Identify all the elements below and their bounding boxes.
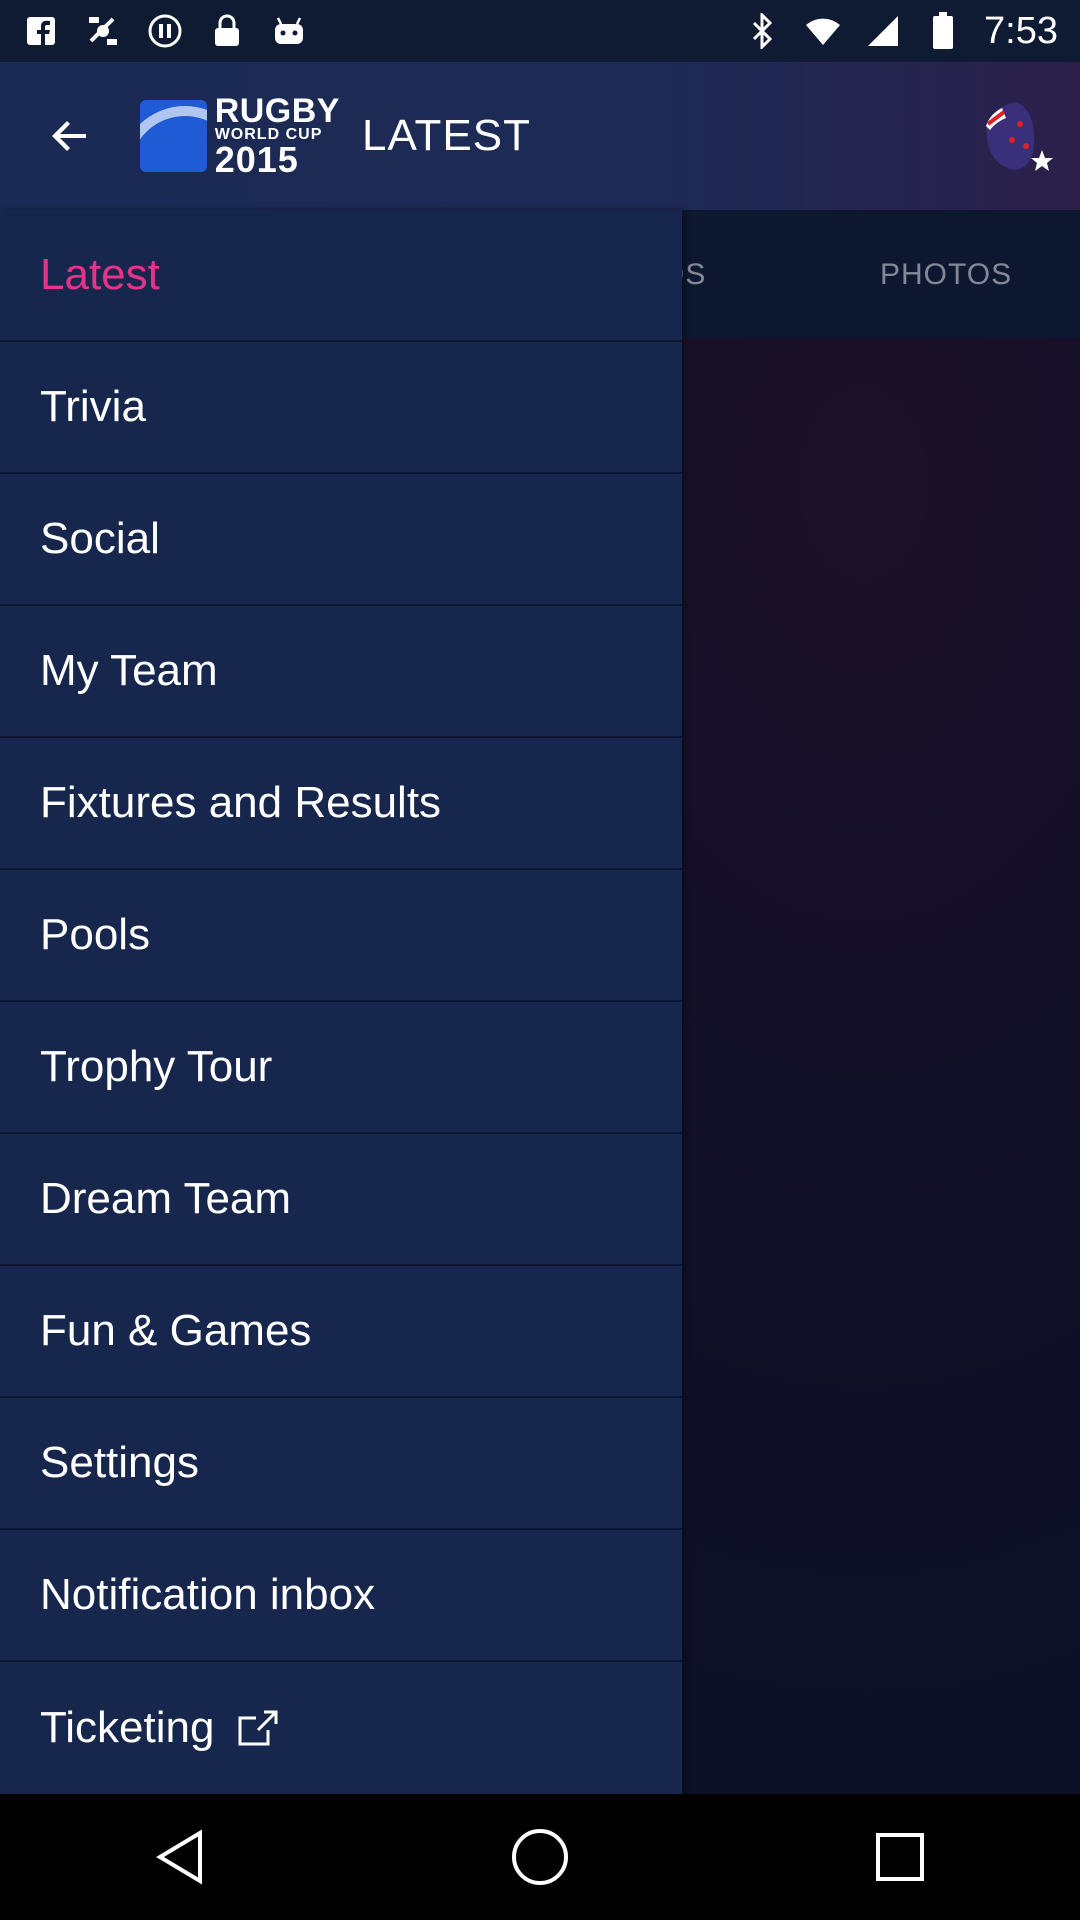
drawer-item-fun-games[interactable]: Fun & Games bbox=[0, 1266, 682, 1398]
drawer-item-dream-team[interactable]: Dream Team bbox=[0, 1134, 682, 1266]
drawer-item-label: Trophy Tour bbox=[40, 1042, 273, 1091]
drawer-item-notification-inbox[interactable]: Notification inbox bbox=[0, 1530, 682, 1662]
lock-icon bbox=[208, 12, 246, 50]
fake-gps-icon bbox=[84, 12, 122, 50]
drawer-item-latest[interactable]: Latest bbox=[0, 210, 682, 342]
system-navigation-bar bbox=[0, 1794, 1080, 1920]
clock: 7:53 bbox=[984, 9, 1058, 52]
status-bar: 7:53 bbox=[0, 0, 1080, 62]
circle-home-icon bbox=[512, 1829, 568, 1885]
drawer-item-label: Settings bbox=[40, 1438, 199, 1487]
signal-icon bbox=[864, 12, 902, 50]
nav-recents-button[interactable] bbox=[855, 1812, 945, 1902]
drawer-item-my-team[interactable]: My Team bbox=[0, 606, 682, 738]
facebook-icon bbox=[22, 12, 60, 50]
drawer-item-label: Ticketing bbox=[40, 1703, 215, 1752]
navigation-drawer: Latest Trivia Social My Team Fixtures an… bbox=[0, 210, 682, 1794]
logo-mark bbox=[140, 100, 207, 172]
drawer-item-label: Fixtures and Results bbox=[40, 778, 442, 827]
drawer-item-label: Dream Team bbox=[40, 1174, 292, 1223]
logo-line1: RUGBY bbox=[214, 92, 340, 131]
wifi-icon bbox=[804, 12, 842, 50]
drawer-item-social[interactable]: Social bbox=[0, 474, 682, 606]
drawer-item-label: My Team bbox=[40, 646, 218, 695]
drawer-item-label: Social bbox=[40, 514, 160, 563]
android-icon bbox=[270, 12, 308, 50]
logo-line3: 2015 bbox=[214, 138, 299, 180]
drawer-scrim[interactable] bbox=[682, 210, 1080, 1794]
app-bar: RUGBY WORLD CUP 2015 LATEST bbox=[0, 62, 1080, 210]
drawer-item-settings[interactable]: Settings bbox=[0, 1398, 682, 1530]
battery-icon bbox=[924, 12, 962, 50]
drawer-item-label: Trivia bbox=[40, 382, 146, 431]
nav-back-button[interactable] bbox=[135, 1812, 225, 1902]
drawer-item-trivia[interactable]: Trivia bbox=[0, 342, 682, 474]
pause-icon bbox=[146, 12, 184, 50]
bluetooth-icon bbox=[744, 12, 782, 50]
rugby-world-cup-logo: RUGBY WORLD CUP 2015 bbox=[140, 92, 340, 180]
drawer-item-label: Notification inbox bbox=[40, 1570, 376, 1619]
page-title: LATEST bbox=[362, 111, 532, 160]
square-recents-icon bbox=[876, 1833, 924, 1881]
nav-home-button[interactable] bbox=[495, 1812, 585, 1902]
drawer-item-label: Fun & Games bbox=[40, 1306, 312, 1355]
drawer-item-pools[interactable]: Pools bbox=[0, 870, 682, 1002]
drawer-item-ticketing[interactable]: Ticketing bbox=[0, 1662, 682, 1794]
drawer-item-trophy-tour[interactable]: Trophy Tour bbox=[0, 1002, 682, 1134]
triangle-back-icon bbox=[156, 1829, 202, 1885]
new-zealand-team-badge-icon[interactable] bbox=[976, 96, 1056, 176]
back-button[interactable] bbox=[0, 62, 140, 210]
arrow-left-icon bbox=[52, 121, 86, 151]
external-link-icon bbox=[234, 1706, 282, 1750]
drawer-item-label: Latest bbox=[40, 250, 160, 299]
drawer-item-fixtures-results[interactable]: Fixtures and Results bbox=[0, 738, 682, 870]
drawer-item-label: Pools bbox=[40, 910, 151, 959]
